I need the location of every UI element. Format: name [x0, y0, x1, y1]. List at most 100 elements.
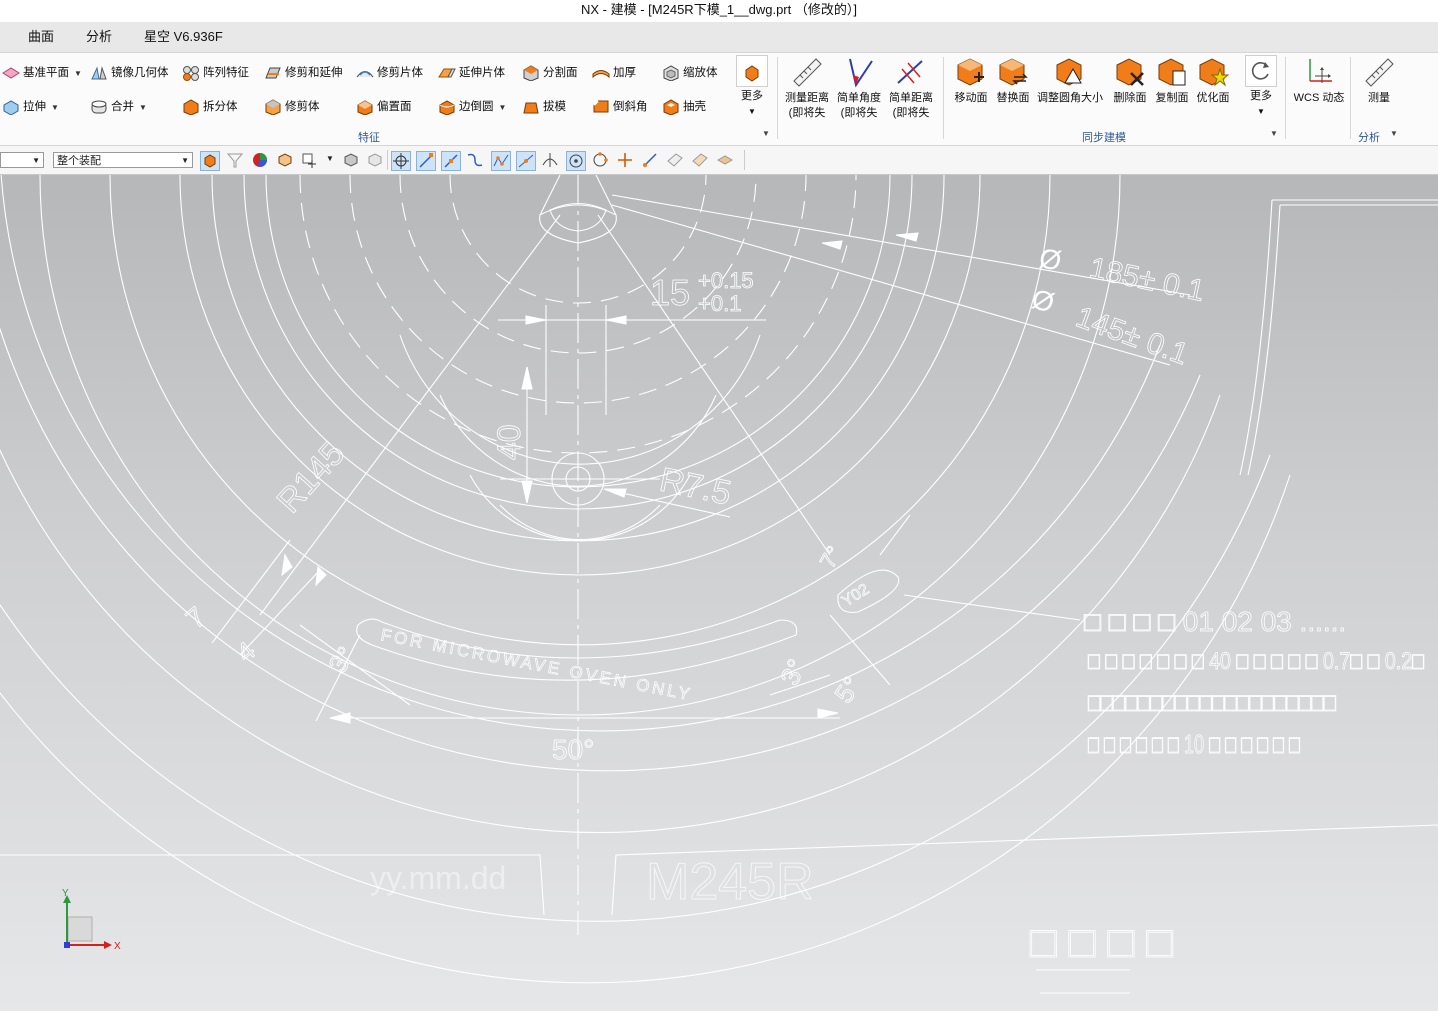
chevron-down-icon: ▼ [181, 156, 189, 165]
pattern-feature-button[interactable]: 阵列特征 [182, 61, 249, 85]
type-filter-select[interactable]: ▼ [0, 152, 44, 168]
sync-more-button[interactable]: 更多 ▼ [1242, 55, 1280, 119]
chevron-down-icon[interactable]: ▼ [139, 103, 147, 112]
snap-crosshair-icon[interactable] [391, 151, 411, 171]
trim-body-button[interactable]: 修剪体 [264, 95, 320, 119]
selection-scope-select[interactable]: 整个装配 ▼ [53, 152, 193, 168]
menu-analysis[interactable]: 分析 [86, 22, 112, 52]
resize-blend-button[interactable]: 调整圆角大小 [1036, 55, 1104, 106]
trim-extend-button[interactable]: 修剪和延伸 [264, 61, 343, 85]
wireframe-view-icon[interactable] [366, 151, 384, 169]
dim-185-diameter-icon: Ø [1037, 242, 1064, 276]
analysis-group-expand-icon[interactable]: ▼ [1390, 129, 1398, 138]
trim-body-icon [265, 99, 281, 115]
snap-intersection-icon[interactable] [516, 151, 536, 171]
sync-group-expand-icon[interactable]: ▼ [1270, 129, 1278, 138]
edge-blend-icon [439, 100, 455, 115]
split-body-icon [183, 99, 199, 115]
filter-icon[interactable] [226, 151, 244, 169]
replace-face-label: 替换面 [996, 92, 1030, 104]
shell-icon [663, 99, 679, 115]
select-component-icon[interactable] [200, 151, 220, 171]
menu-xingkong[interactable]: 星空 V6.936F [144, 22, 223, 52]
scale-body-button[interactable]: 缩放体 [662, 61, 718, 85]
snap-quadrant-icon[interactable] [591, 151, 609, 169]
simple-angle-label-2: (即将失 [840, 107, 878, 119]
extend-sheet-icon [438, 68, 456, 78]
snap-control-point-icon[interactable] [491, 151, 511, 171]
selection-toolbar: ▼ 整个装配 ▼ ▼ [0, 146, 1438, 175]
chevron-down-icon[interactable]: ▼ [326, 154, 334, 163]
shaded-view-icon[interactable] [342, 151, 360, 169]
ruler-icon [793, 58, 822, 87]
menu-surface[interactable]: 曲面 [28, 22, 54, 52]
cad-annotations: Ø 185± 0.1 Ø 145± 0.1 15 +0.15 +0.1 40 R… [180, 242, 1425, 967]
trim-sheet-icon [356, 70, 374, 78]
chevron-down-icon[interactable]: ▼ [499, 103, 507, 112]
dim-15-upper-tolerance: +0.15 [698, 268, 754, 293]
snap-point-on-face-icon[interactable] [641, 151, 659, 169]
date-code-text: yy.mm.dd [370, 860, 506, 896]
draft-icon [523, 102, 539, 114]
thicken-button[interactable]: 加厚 [592, 61, 636, 85]
copy-face-button[interactable]: 复制面 [1152, 55, 1192, 106]
extrude-button[interactable]: 拉伸 ▼ [2, 95, 59, 119]
color-filter-icon[interactable] [251, 151, 269, 169]
datum-plane-button[interactable]: 基准平面 ▼ [2, 61, 82, 85]
wcs-dynamic-button[interactable]: WCS 动态 [1292, 55, 1346, 106]
trim-sheet-label: 修剪片体 [377, 67, 423, 79]
feature-group-expand-icon[interactable]: ▼ [762, 129, 770, 138]
simple-distance-button[interactable]: 简单距离 (即将失 [887, 55, 935, 121]
delete-face-button[interactable]: 删除面 [1110, 55, 1150, 106]
angle-7-text: 7° [815, 542, 847, 573]
shell-button[interactable]: 抽壳 [662, 95, 706, 119]
snap-curve-icon[interactable] [466, 151, 484, 169]
snap-face-icon[interactable] [666, 151, 684, 169]
pattern-feature-label: 阵列特征 [203, 67, 249, 79]
chamfer-button[interactable]: 倒斜角 [592, 95, 648, 119]
wcs-dynamic-label: WCS 动态 [1293, 92, 1345, 104]
banner-text: FOR MICROWAVE OVEN ONLY [379, 625, 694, 704]
snap-point-icon[interactable] [300, 151, 318, 169]
measure-distance-button[interactable]: 测量距离 (即将失 [783, 55, 831, 121]
scale-body-icon [663, 65, 679, 81]
move-face-button[interactable]: 移动面 [951, 55, 991, 106]
simple-distance-label-2: (即将失 [892, 107, 930, 119]
chevron-down-icon[interactable]: ▼ [51, 103, 59, 112]
snap-midpoint-icon[interactable] [441, 151, 461, 171]
mirror-geometry-button[interactable]: 镜像几何体 [90, 61, 169, 85]
dim-4-text: 4 [231, 635, 261, 667]
unite-button[interactable]: 合并 ▼ [90, 95, 147, 119]
chevron-down-icon: ▼ [748, 107, 756, 116]
snap-plane-icon[interactable] [716, 151, 734, 169]
measure-button[interactable]: 测量 [1357, 55, 1401, 106]
delete-face-icon [1116, 58, 1144, 86]
snap-arc-center-icon[interactable] [566, 151, 586, 171]
simple-angle-button[interactable]: 简单角度 (即将失 [835, 55, 883, 121]
snap-bounded-grid-icon[interactable] [691, 151, 709, 169]
select-body-icon[interactable] [276, 151, 294, 169]
replace-face-button[interactable]: 替换面 [993, 55, 1033, 106]
split-body-button[interactable]: 拆分体 [182, 95, 238, 119]
snap-existing-point-icon[interactable] [616, 151, 634, 169]
snap-endpoint-icon[interactable] [416, 151, 436, 171]
datum-plane-icon [2, 67, 20, 79]
dim-r75-text: R7.5 [656, 461, 734, 513]
dim-15-lower-tolerance: +0.1 [698, 291, 741, 316]
thicken-label: 加厚 [613, 67, 636, 79]
edge-blend-button[interactable]: 边倒圆 ▼ [438, 95, 506, 119]
draft-button[interactable]: 拔模 [522, 95, 566, 119]
snap-point-on-curve-icon[interactable] [541, 151, 559, 169]
chevron-down-icon[interactable]: ▼ [74, 69, 82, 78]
offset-face-button[interactable]: 偏置面 [356, 95, 412, 119]
dim-145-text: 145± 0.1 [1072, 301, 1193, 372]
trim-sheet-button[interactable]: 修剪片体 [356, 61, 423, 85]
extend-sheet-button[interactable]: 延伸片体 [438, 61, 505, 85]
optimize-face-button[interactable]: 优化面 [1193, 55, 1233, 106]
triad-origin-icon [67, 916, 93, 942]
feature-more-button[interactable]: 更多 ▼ [734, 55, 770, 119]
split-face-button[interactable]: 分割面 [522, 61, 578, 85]
graphics-viewport[interactable]: Ø 185± 0.1 Ø 145± 0.1 15 +0.15 +0.1 40 R… [0, 175, 1438, 1011]
ribbon-divider [943, 57, 944, 139]
extrude-icon [3, 100, 19, 115]
